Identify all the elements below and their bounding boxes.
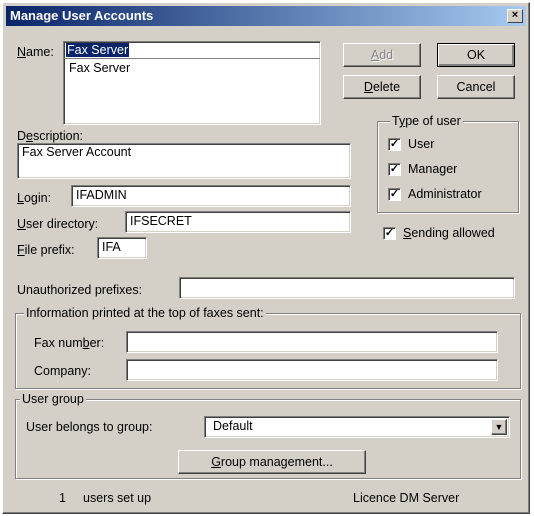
description-field[interactable]: Fax Server Account	[17, 143, 351, 179]
fax-header-info-group: Information printed at the top of faxes …	[15, 306, 521, 389]
fax-header-info-title: Information printed at the top of faxes …	[24, 306, 266, 320]
company-label: Company:	[34, 364, 91, 378]
dialog-window: Manage User Accounts × Name: Fax Server …	[2, 2, 530, 514]
type-of-user-title: Type of user	[390, 114, 463, 128]
name-input[interactable]: Fax Server	[66, 43, 130, 57]
licence-label: Licence DM Server	[353, 491, 460, 505]
name-label: Name:	[17, 45, 54, 59]
user-directory-field[interactable]: IFSECRET	[125, 211, 351, 233]
ok-button[interactable]: OK	[437, 43, 515, 67]
user-group-group: User group User belongs to group: Defaul…	[15, 392, 521, 479]
sending-allowed-label: Sending allowed	[403, 226, 495, 240]
login-label: Login:	[17, 191, 52, 205]
add-button[interactable]: Add	[343, 43, 421, 67]
group-management-button[interactable]: Group management...	[178, 450, 366, 474]
user-directory-label: User directory:	[17, 217, 99, 231]
user-group-title: User group	[20, 392, 86, 406]
administrator-checkbox[interactable]: ✓	[388, 188, 401, 201]
user-count: 1	[59, 491, 66, 505]
users-set-up-label: users set up	[83, 491, 152, 505]
user-belongs-to-group-label: User belongs to group:	[26, 420, 153, 434]
unauthorized-prefixes-label: Unauthorized prefixes:	[17, 283, 143, 297]
chevron-down-icon[interactable]: ▼	[491, 419, 507, 435]
company-field[interactable]	[126, 359, 498, 381]
description-label: Description:	[17, 129, 84, 143]
cancel-button[interactable]: Cancel	[437, 75, 515, 99]
login-field[interactable]: IFADMIN	[71, 185, 351, 207]
administrator-checkbox-label: Administrator	[408, 187, 482, 201]
title-bar: Manage User Accounts ×	[6, 6, 526, 26]
fax-number-field[interactable]	[126, 331, 498, 353]
delete-button[interactable]: Delete	[343, 75, 421, 99]
group-dropdown-value: Default	[213, 419, 253, 433]
fax-number-label: Fax number:	[34, 336, 105, 350]
user-checkbox-label: User	[408, 137, 435, 151]
unauthorized-prefixes-field[interactable]	[179, 277, 515, 299]
name-combobox[interactable]: Fax Server Fax Server	[63, 41, 321, 125]
type-of-user-group: Type of user ✓ User ✓ Manager ✓ Administ…	[377, 114, 519, 213]
user-checkbox[interactable]: ✓	[388, 138, 401, 151]
file-prefix-label: File prefix:	[17, 243, 75, 257]
manager-checkbox-label: Manager	[408, 162, 458, 176]
window-title: Manage User Accounts	[10, 8, 154, 23]
close-button[interactable]: ×	[507, 9, 523, 23]
manager-checkbox[interactable]: ✓	[388, 163, 401, 176]
name-list-item[interactable]: Fax Server	[64, 59, 320, 77]
sending-allowed-checkbox[interactable]: ✓	[383, 227, 396, 240]
group-dropdown[interactable]: Default ▼	[204, 416, 510, 438]
file-prefix-field[interactable]: IFA	[97, 237, 147, 259]
